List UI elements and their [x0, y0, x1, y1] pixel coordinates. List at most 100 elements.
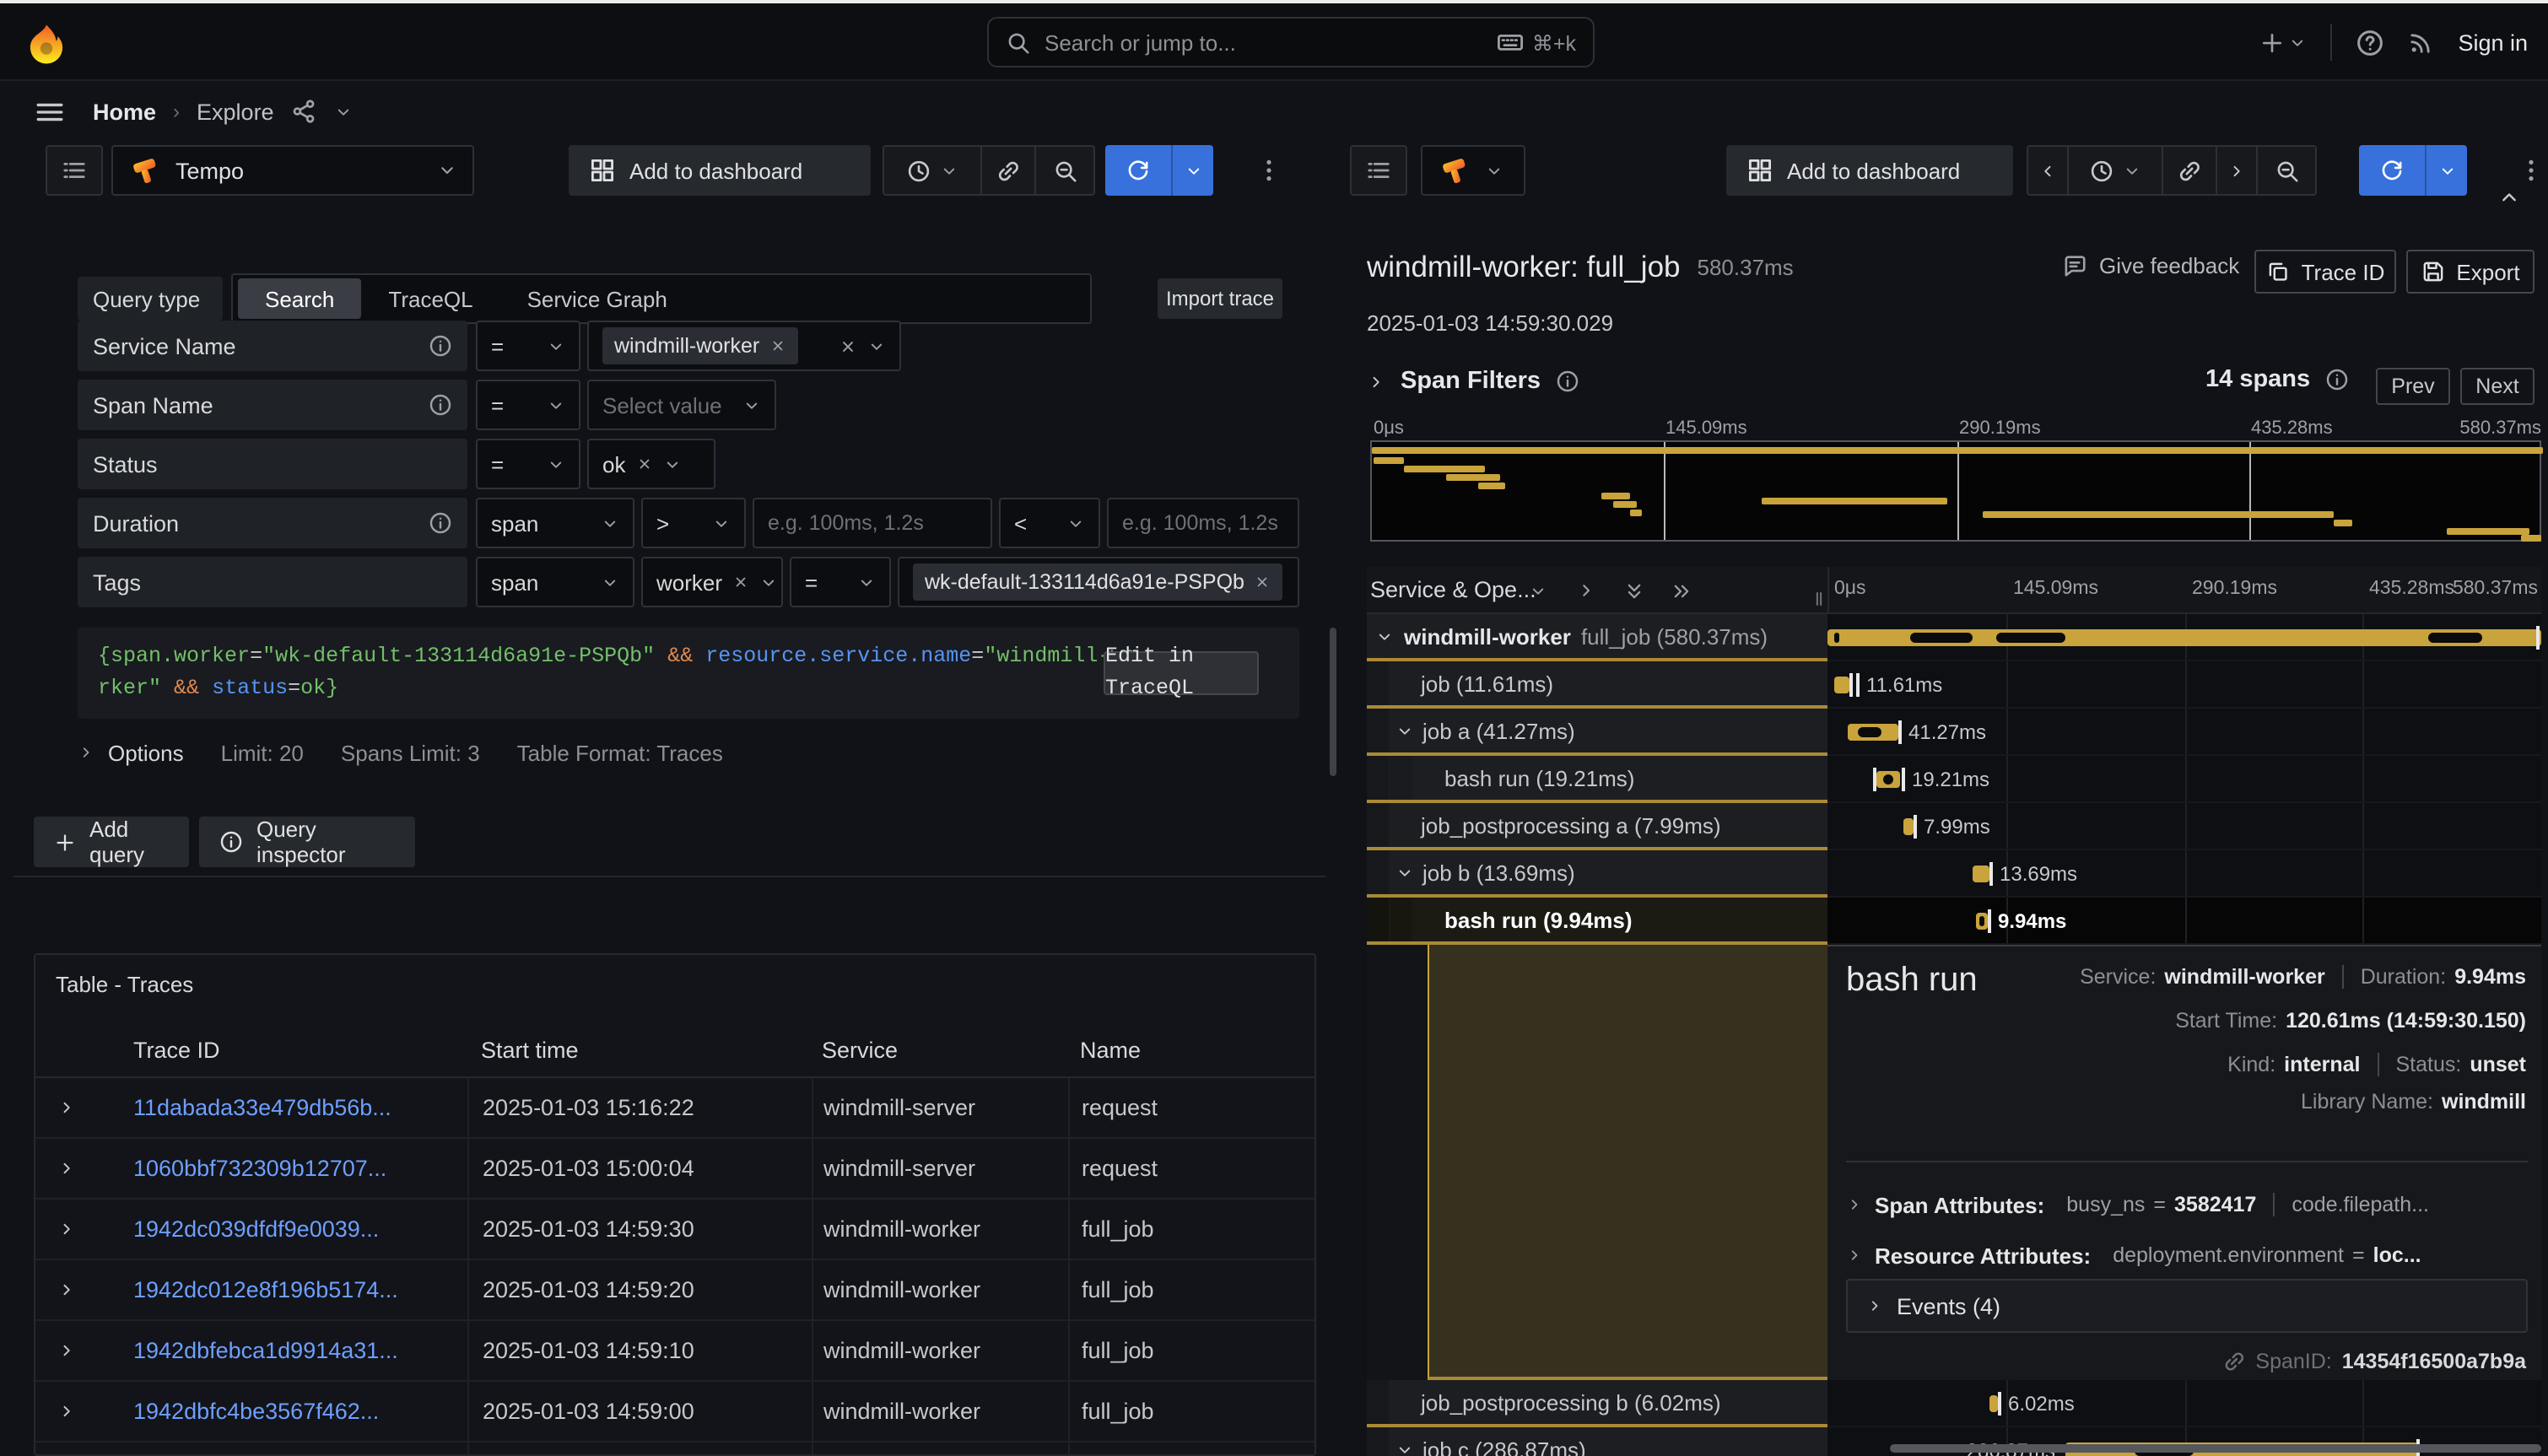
tab-search[interactable]: Search: [238, 278, 361, 319]
export-button[interactable]: Export: [2406, 250, 2535, 294]
zoom-out-button[interactable]: [2258, 147, 2315, 194]
collapse-span-icon[interactable]: [1375, 627, 1394, 645]
new-menu-button[interactable]: [2259, 30, 2306, 55]
span-bar[interactable]: [1876, 771, 1900, 788]
share-icon[interactable]: [291, 98, 318, 125]
tags-key-select[interactable]: worker: [641, 557, 783, 607]
tags-value-select[interactable]: wk-default-133114d6a91e-PSPQb: [898, 557, 1299, 607]
span-row-name[interactable]: job c (286.87ms): [1367, 1427, 1827, 1456]
edit-in-traceql-button[interactable]: Edit in TraceQL: [1104, 651, 1259, 695]
col-service[interactable]: Service: [812, 1024, 1068, 1076]
add-to-dashboard-button-left[interactable]: Add to dashboard: [569, 145, 871, 196]
trace-id-link[interactable]: 11dabada33e479db56b...: [130, 1078, 467, 1137]
resource-attributes-row[interactable]: Resource Attributes: deployment.environm…: [1846, 1237, 2421, 1274]
span-row-timeline[interactable]: [1827, 614, 2541, 661]
refresh-interval-button[interactable]: [2427, 145, 2467, 196]
time-picker-button[interactable]: [2069, 147, 2163, 194]
remove-chip-icon[interactable]: [769, 337, 786, 354]
col-name[interactable]: Name: [1068, 1024, 1316, 1076]
trace-id-button[interactable]: Trace ID: [2254, 250, 2396, 294]
col-start-time[interactable]: Start time: [467, 1024, 812, 1076]
zoom-out-button[interactable]: [1036, 147, 1093, 194]
prev-span-button[interactable]: Prev: [2376, 368, 2450, 405]
service-operation-header[interactable]: Service & Ope...: [1370, 577, 1536, 602]
span-bar[interactable]: [1827, 629, 2541, 646]
trace-id-link[interactable]: 1942dbfebca1d9914a31...: [130, 1321, 467, 1380]
copy-link-button[interactable]: [982, 147, 1036, 194]
expand-all-icon[interactable]: [1623, 580, 1645, 602]
col-trace-id[interactable]: Trace ID: [130, 1024, 467, 1076]
duration-gt-input[interactable]: [753, 498, 992, 548]
expand-one-icon[interactable]: [1576, 580, 1596, 601]
clear-icon[interactable]: [839, 337, 857, 355]
refresh-button[interactable]: [2359, 145, 2427, 196]
left-pane-scrollbar[interactable]: [1330, 628, 1336, 776]
span-row-timeline[interactable]: 13.69ms: [1827, 850, 2541, 898]
trace-id-link[interactable]: 1942dbf9d9fa6108d0d1...: [130, 1443, 467, 1456]
pane-menu-icon-right[interactable]: [2518, 157, 2545, 184]
expand-row-icon[interactable]: [57, 1220, 76, 1238]
expand-row-icon[interactable]: [57, 1098, 76, 1117]
span-row-name[interactable]: windmill-worker full_job (580.37ms): [1367, 614, 1827, 661]
span-row-timeline[interactable]: 6.02ms: [1827, 1380, 2541, 1427]
breadcrumb-explore[interactable]: Explore: [197, 99, 274, 124]
events-toggle[interactable]: Events (4): [1846, 1279, 2528, 1333]
column-resize-grip[interactable]: [1809, 587, 1829, 611]
search-input[interactable]: [1045, 30, 1483, 55]
span-row-name[interactable]: job_postprocessing a (7.99ms): [1367, 803, 1827, 850]
sign-in-link[interactable]: Sign in: [2458, 30, 2528, 55]
collapse-toolbar-icon[interactable]: [2497, 186, 2521, 209]
service-name-operator-select[interactable]: =: [476, 321, 580, 371]
tags-scope-select[interactable]: span: [476, 557, 634, 607]
trace-minimap[interactable]: [1370, 440, 2541, 542]
span-bar[interactable]: [1973, 866, 1989, 882]
duration-gt-operator[interactable]: >: [641, 498, 746, 548]
span-row-timeline[interactable]: 19.21ms: [1827, 756, 2541, 803]
span-row-timeline[interactable]: 41.27ms: [1827, 709, 2541, 756]
collapse-span-icon[interactable]: [1395, 721, 1414, 740]
span-row-name[interactable]: job a (41.27ms): [1367, 709, 1827, 756]
trace-id-link[interactable]: 1942dbfc4be3567f462...: [130, 1382, 467, 1441]
news-icon[interactable]: [2407, 29, 2434, 56]
query-inspector-button[interactable]: Query inspector: [199, 817, 415, 867]
trace-id-link[interactable]: 1942dc039dfdf9e0039...: [130, 1200, 467, 1259]
duration-gt-field[interactable]: [768, 511, 977, 535]
link-icon[interactable]: [2221, 1350, 2245, 1373]
span-name-operator-select[interactable]: =: [476, 380, 580, 430]
span-filters-toggle[interactable]: Span Filters: [1367, 368, 1579, 395]
add-query-button[interactable]: Add query: [34, 817, 189, 867]
span-row-timeline-selected[interactable]: 9.94ms: [1827, 898, 2541, 945]
datasource-picker-left[interactable]: Tempo: [111, 145, 474, 196]
tab-traceql[interactable]: TraceQL: [361, 278, 499, 319]
duration-lt-field[interactable]: [1122, 511, 1284, 535]
span-name-value-select[interactable]: Select value: [587, 380, 776, 430]
clear-icon[interactable]: [635, 456, 652, 472]
span-attributes-row[interactable]: Span Attributes: busy_ns = 3582417 code.…: [1846, 1186, 2429, 1223]
expand-row-icon[interactable]: [57, 1341, 76, 1360]
collapse-all-icon[interactable]: [1671, 580, 1692, 602]
collapse-span-icon[interactable]: [1395, 863, 1414, 882]
clear-icon[interactable]: [732, 574, 749, 590]
copy-link-button[interactable]: [2163, 147, 2217, 194]
add-to-dashboard-button-right[interactable]: Add to dashboard: [1726, 145, 2013, 196]
span-bar[interactable]: [1989, 1395, 1998, 1412]
span-row-name[interactable]: job b (13.69ms): [1367, 850, 1827, 898]
span-row-name[interactable]: job_postprocessing b (6.02ms): [1367, 1380, 1827, 1427]
status-value-select[interactable]: ok: [587, 439, 715, 489]
status-operator-select[interactable]: =: [476, 439, 580, 489]
grafana-logo[interactable]: [24, 22, 69, 67]
expand-row-icon[interactable]: [57, 1159, 76, 1178]
move-pane-right-button[interactable]: [2217, 147, 2258, 194]
span-bar[interactable]: [1834, 677, 1849, 693]
span-row-name-selected[interactable]: bash run (9.94ms): [1367, 898, 1827, 945]
duration-lt-operator[interactable]: <: [999, 498, 1100, 548]
span-bar[interactable]: [1976, 913, 1988, 930]
trace-id-link[interactable]: 1060bbf732309b12707...: [130, 1139, 467, 1198]
remove-chip-icon[interactable]: [1255, 574, 1271, 590]
tab-service-graph[interactable]: Service Graph: [500, 278, 694, 319]
timeline-horizontal-scrollbar[interactable]: [1890, 1444, 2541, 1453]
span-row-timeline[interactable]: 11.61ms: [1827, 661, 2541, 709]
time-picker-button[interactable]: [884, 147, 982, 194]
menu-toggle-icon[interactable]: [34, 95, 66, 127]
refresh-interval-button[interactable]: [1173, 145, 1213, 196]
